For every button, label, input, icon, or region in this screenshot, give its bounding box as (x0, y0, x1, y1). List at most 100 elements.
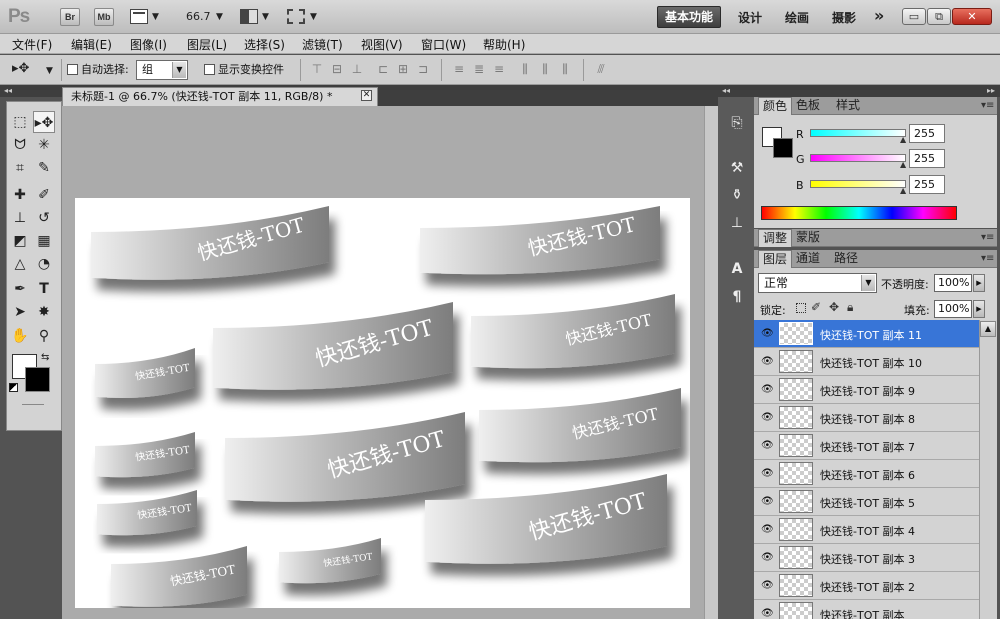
layer-row[interactable]: 👁︎ 快还钱-TOT 副本 3 (754, 544, 979, 572)
minimize-button[interactable]: ▭ (902, 8, 926, 25)
red-slider-handle[interactable]: ▲ (900, 135, 906, 144)
eye-icon[interactable]: 👁︎ (761, 524, 774, 535)
marquee-tool-icon[interactable]: ⬚ (9, 111, 31, 133)
tools-panel-header[interactable]: ◂◂ (0, 85, 63, 97)
green-value-input[interactable]: 255 (909, 149, 945, 168)
custom-shape-tool-icon[interactable]: ✸ (33, 301, 55, 323)
history-panel-icon[interactable]: ⎘ (725, 112, 749, 134)
opacity-slider-arrow-icon[interactable]: ▶ (973, 274, 985, 292)
background-color-swatch[interactable] (25, 367, 50, 392)
tab-adjustments[interactable]: 调整 (758, 229, 793, 247)
menu-file[interactable]: 文件(F) (12, 36, 52, 53)
distribute-vertical-center-icon[interactable]: ≣ (472, 62, 486, 76)
blend-mode-dropdown[interactable]: 正常 ▼ (758, 273, 877, 293)
menu-window[interactable]: 窗口(W) (421, 36, 466, 53)
eye-icon[interactable]: 👁︎ (761, 552, 774, 563)
menu-select[interactable]: 选择(S) (244, 36, 285, 53)
history-brush-icon[interactable]: ↺ (33, 207, 55, 229)
eye-icon[interactable]: 👁︎ (761, 608, 774, 619)
blue-slider-handle[interactable]: ▲ (900, 186, 906, 195)
workspace-photography[interactable]: 摄影 (832, 9, 856, 26)
menu-help[interactable]: 帮助(H) (483, 36, 525, 53)
menu-filter[interactable]: 滤镜(T) (302, 36, 343, 53)
workspace-essentials[interactable]: 基本功能 (657, 6, 721, 28)
collapsed-panels-header[interactable]: ◂◂ (718, 85, 754, 97)
actions-panel-icon[interactable]: ⚒ (725, 157, 749, 179)
workspace-painting[interactable]: 绘画 (785, 9, 809, 26)
blue-slider[interactable] (810, 180, 906, 188)
lock-transparent-pixels-icon[interactable] (796, 303, 806, 313)
red-slider[interactable] (810, 129, 906, 137)
layer-row[interactable]: 👁︎ 快还钱-TOT 副本 4 (754, 516, 979, 544)
eye-icon[interactable]: 👁︎ (761, 580, 774, 591)
crop-tool-icon[interactable]: ⌗ (9, 157, 31, 179)
lock-position-icon[interactable]: ✥ (829, 300, 839, 314)
layer-row[interactable]: 👁︎ 快还钱-TOT 副本 7 (754, 432, 979, 460)
path-selection-tool-icon[interactable]: ➤ (9, 301, 31, 323)
lasso-tool-icon[interactable]: ᗢ (9, 134, 31, 156)
brushes-panel-icon[interactable]: ⚱ (725, 184, 749, 206)
menu-layer[interactable]: 图层(L) (187, 36, 227, 53)
layer-row[interactable]: 👁︎ 快还钱-TOT 副本 9 (754, 376, 979, 404)
layers-scrollbar[interactable] (979, 320, 997, 619)
auto-select-dropdown[interactable]: 组 ▼ (136, 60, 188, 80)
align-top-icon[interactable]: ⊤ (310, 62, 324, 76)
distribute-left-icon[interactable]: ⫼ (518, 62, 532, 76)
lock-image-pixels-icon[interactable]: ✐ (811, 300, 821, 314)
close-window-button[interactable]: ✕ (952, 8, 992, 25)
fill-slider-arrow-icon[interactable]: ▶ (973, 300, 985, 318)
align-left-icon[interactable]: ⊏ (376, 62, 390, 76)
tab-layers[interactable]: 图层 (758, 250, 793, 268)
eyedropper-tool-icon[interactable]: ✎ (33, 157, 55, 179)
tab-styles[interactable]: 样式 (832, 97, 864, 115)
close-document-icon[interactable]: ✕ (361, 90, 372, 101)
layer-row[interactable]: 👁︎ 快还钱-TOT 副本 10 (754, 348, 979, 376)
distribute-bottom-icon[interactable]: ≡ (492, 62, 506, 76)
show-transform-controls-checkbox[interactable] (204, 64, 215, 75)
distribute-top-icon[interactable]: ≡ (452, 62, 466, 76)
align-vertical-center-icon[interactable]: ⊟ (330, 62, 344, 76)
default-colors-icon[interactable] (9, 383, 18, 392)
layer-row[interactable]: 👁︎ 快还钱-TOT 副本 5 (754, 488, 979, 516)
auto-select-checkbox[interactable] (67, 64, 78, 75)
tab-color[interactable]: 颜色 (758, 97, 793, 115)
tool-preset-chevron-down-icon[interactable]: ▼ (46, 66, 53, 76)
arrange-chevron-down-icon[interactable]: ▼ (262, 12, 269, 22)
blur-tool-icon[interactable]: △ (9, 253, 31, 275)
brush-tool-icon[interactable]: ✐ (33, 184, 55, 206)
zoom-tool-icon[interactable]: ⚲ (33, 325, 55, 347)
pen-tool-icon[interactable]: ✒ (9, 278, 31, 300)
bridge-button[interactable]: Br (60, 8, 80, 26)
clone-source-panel-icon[interactable]: ⊥ (725, 212, 749, 234)
panels-header[interactable]: ▸▸ (754, 85, 1000, 97)
zoom-level[interactable]: 66.7 (186, 10, 211, 23)
align-right-icon[interactable]: ⊐ (416, 62, 430, 76)
eye-icon[interactable]: 👁︎ (761, 440, 774, 451)
color-panel-background-swatch[interactable] (773, 138, 793, 158)
screen-mode-chevron-down-icon[interactable]: ▼ (310, 12, 317, 22)
tab-masks[interactable]: 蒙版 (792, 229, 824, 247)
gradient-tool-icon[interactable]: ▦ (33, 230, 55, 252)
panel-menu-icon[interactable]: ▾≡ (981, 100, 994, 111)
spot-healing-brush-icon[interactable]: ✚ (9, 184, 31, 206)
adjustments-panel-menu-icon[interactable]: ▾≡ (981, 232, 994, 243)
mini-bridge-button[interactable]: Mb (94, 8, 114, 26)
document-vertical-scrollbar[interactable] (704, 106, 718, 619)
green-slider-handle[interactable]: ▲ (900, 160, 906, 169)
swap-colors-icon[interactable]: ⇆ (41, 352, 49, 363)
layer-row[interactable]: 👁︎ 快还钱-TOT 副本 8 (754, 404, 979, 432)
restore-button[interactable]: ⧉ (927, 8, 951, 25)
align-horizontal-center-icon[interactable]: ⊞ (396, 62, 410, 76)
tab-paths[interactable]: 路径 (830, 250, 862, 268)
eraser-tool-icon[interactable]: ◩ (9, 230, 31, 252)
green-slider[interactable] (810, 154, 906, 162)
fill-input[interactable]: 100% (934, 300, 972, 318)
layer-row[interactable]: 👁︎ 快还钱-TOT 副本 6 (754, 460, 979, 488)
view-extras-chevron-down-icon[interactable]: ▼ (152, 12, 159, 22)
view-extras-button[interactable] (130, 9, 148, 24)
move-tool-preset-icon[interactable]: ▸✥ (12, 61, 29, 76)
menu-image[interactable]: 图像(I) (130, 36, 167, 53)
arrange-documents-icon[interactable] (240, 9, 258, 24)
distribute-horizontal-center-icon[interactable]: ⫼ (538, 62, 552, 76)
eye-icon[interactable]: 👁︎ (761, 468, 774, 479)
